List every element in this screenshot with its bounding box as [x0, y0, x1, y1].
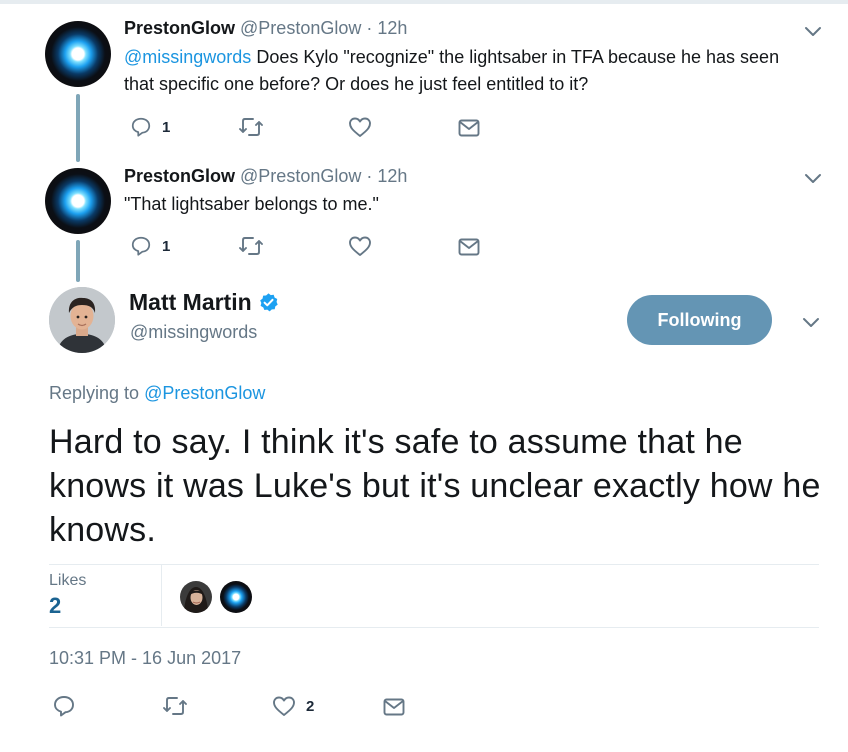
reply-action[interactable]: [52, 694, 76, 718]
author-handle[interactable]: @missingwords: [130, 322, 257, 343]
replying-prefix: Replying to: [49, 383, 145, 403]
tweet-time[interactable]: 12h: [377, 18, 407, 38]
author-name[interactable]: Matt Martin: [129, 289, 279, 316]
reply-action[interactable]: 1: [130, 234, 170, 258]
like-action[interactable]: [348, 234, 372, 258]
author-handle[interactable]: @PrestonGlow: [240, 166, 361, 186]
divider: [49, 627, 819, 628]
reply-icon: [131, 236, 151, 256]
avatar-matt-martin[interactable]: [49, 287, 115, 353]
separator-dot: ·: [366, 18, 373, 38]
retweet-icon: [239, 118, 263, 136]
like-icon: [349, 236, 371, 256]
tweet-time[interactable]: 12h: [377, 166, 407, 186]
reply-action[interactable]: 1: [130, 115, 170, 139]
likes-count[interactable]: 2: [49, 593, 61, 619]
chevron-down-icon[interactable]: [803, 171, 823, 185]
direct-message-icon: [383, 698, 405, 716]
direct-message-action[interactable]: [383, 695, 405, 719]
profile-photo: [49, 287, 115, 353]
mention-link[interactable]: @missingwords: [124, 47, 251, 67]
author-name[interactable]: PrestonGlow: [124, 18, 235, 38]
thread-connector: [76, 240, 80, 282]
stats-divider: [161, 565, 162, 626]
author-handle[interactable]: @PrestonGlow: [240, 18, 361, 38]
tweet-header: PrestonGlow @PrestonGlow · 12h: [124, 166, 407, 187]
like-icon: [273, 696, 295, 716]
likes-label[interactable]: Likes: [49, 572, 86, 590]
reply-icon: [131, 117, 151, 137]
following-button[interactable]: Following: [627, 295, 772, 345]
main-tweet-text: Hard to say. I think it's safe to assume…: [49, 423, 821, 549]
like-action[interactable]: 2: [272, 694, 314, 718]
author-name[interactable]: PrestonGlow: [124, 166, 235, 186]
avatar-prestonglow[interactable]: [45, 21, 111, 87]
reply-count: 1: [162, 118, 171, 136]
top-strip: [0, 0, 848, 4]
chevron-down-icon[interactable]: [803, 24, 823, 38]
separator-dot: ·: [366, 166, 373, 186]
author-name-text[interactable]: Matt Martin: [129, 289, 252, 316]
like-count: 2: [306, 697, 315, 715]
direct-message-action[interactable]: [458, 116, 480, 140]
retweet-icon: [239, 237, 263, 255]
liker-avatar[interactable]: [180, 581, 212, 613]
liker-avatar[interactable]: [220, 581, 252, 613]
tweet-timestamp: 10:31 PM - 16 Jun 2017: [49, 648, 242, 668]
like-action[interactable]: [348, 115, 372, 139]
tweet-header: PrestonGlow @PrestonGlow · 12h: [124, 18, 407, 39]
tweet-text: @missingwords Does Kylo "recognize" the …: [124, 44, 814, 98]
retweet-action[interactable]: [238, 115, 264, 139]
retweet-action[interactable]: [162, 694, 188, 718]
thread-connector: [76, 94, 80, 162]
divider: [49, 564, 819, 565]
direct-message-icon: [458, 119, 480, 137]
reply-icon: [54, 696, 74, 717]
reply-count: 1: [162, 237, 171, 255]
liker-photo: [180, 581, 212, 613]
replying-to-link[interactable]: @PrestonGlow: [144, 383, 265, 403]
direct-message-action[interactable]: [458, 235, 480, 259]
replying-to: Replying to @PrestonGlow: [49, 383, 265, 404]
tweet-text: "That lightsaber belongs to me.": [124, 194, 379, 214]
avatar-prestonglow[interactable]: [45, 168, 111, 234]
like-icon: [349, 117, 371, 137]
verified-badge-icon: [259, 293, 278, 312]
retweet-icon: [163, 697, 187, 715]
direct-message-icon: [458, 238, 480, 256]
retweet-action[interactable]: [238, 234, 264, 258]
chevron-down-icon[interactable]: [801, 315, 821, 329]
